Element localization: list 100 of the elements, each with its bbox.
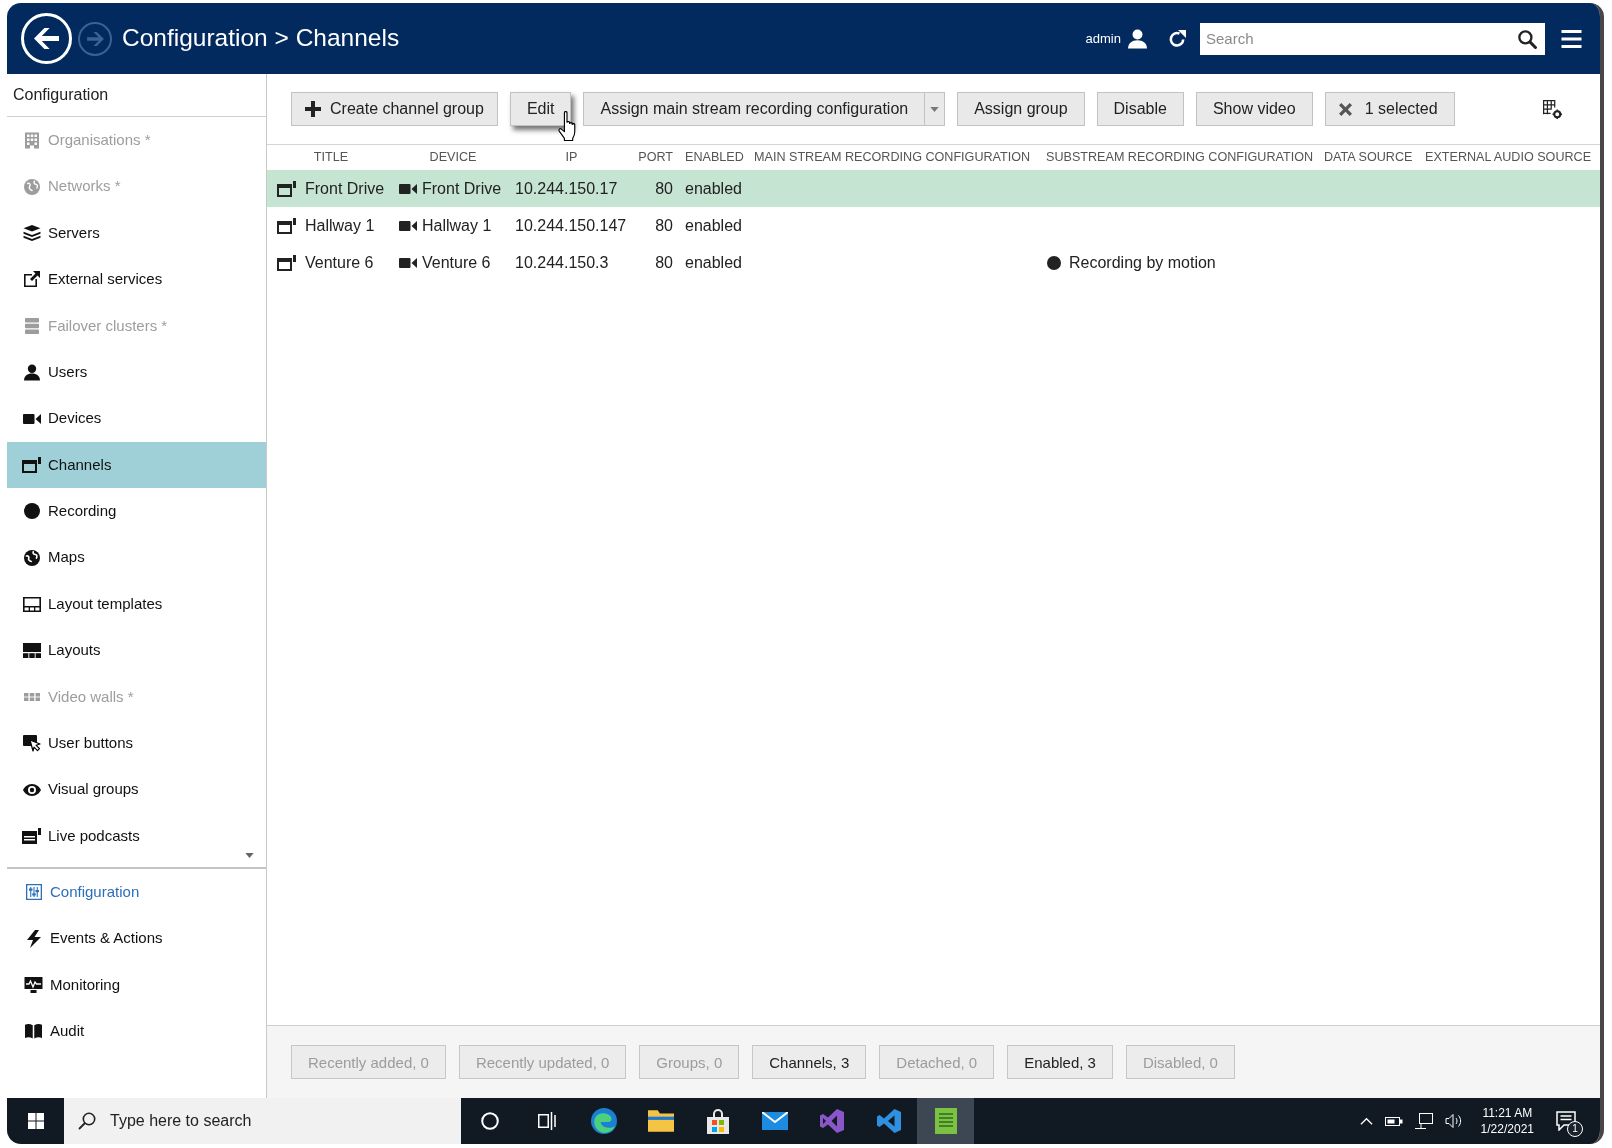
caret-down-icon[interactable] [245,853,254,858]
search-field[interactable]: Search [1200,22,1545,55]
table-cell-text: Venture 6 [305,252,374,273]
task-view-icon[interactable] [537,1112,556,1130]
ribbon-icon[interactable] [819,1109,844,1133]
nav-item[interactable]: Configuration [7,869,266,916]
table-cell-text: Hallway 1 [305,215,375,236]
sidebar-item[interactable]: Visual groups [7,766,266,813]
sidebar-item[interactable]: External services [7,256,266,303]
column-header[interactable]: EXTERNAL AUDIO SOURCE [1419,148,1600,167]
sidebar-item[interactable]: Live podcasts [7,812,266,860]
column-header[interactable]: TITLE [267,148,395,167]
clock-date: 1/22/2021 [1480,1121,1534,1138]
sidebar-item[interactable]: Layout templates [7,580,266,628]
sidebar-item[interactable]: Recording [7,488,266,535]
nav-item[interactable]: Monitoring [7,961,266,1009]
refresh-icon[interactable] [1168,29,1186,48]
circle-icon[interactable] [480,1112,499,1130]
table-cell-text: Front Drive [422,178,502,199]
grid-icon [23,692,40,701]
caret-down-icon[interactable] [930,106,940,112]
table-cell-text: enabled [685,215,742,236]
column-header[interactable]: SUBSTREAM RECORDING CONFIGURATION [1040,148,1318,167]
window-cursor-icon [22,734,41,752]
user-icon[interactable] [1128,28,1147,49]
sidebar-item[interactable]: Layouts [7,627,266,674]
plus-icon[interactable] [305,101,321,117]
table-cell-text: 10.244.150.3 [515,252,610,273]
toolbar-button[interactable]: Edit [509,92,572,126]
lined-pad-icon[interactable] [934,1108,957,1134]
stack-icon [22,224,41,241]
record-icon [1047,255,1061,270]
close-icon[interactable] [1338,102,1352,116]
nav-item[interactable]: Events & Actions [7,915,266,962]
arrow-left-icon[interactable] [34,28,59,49]
search-icon[interactable] [78,1112,96,1130]
sidebar-item[interactable]: Maps [7,534,266,581]
table-cell-text: 80 [654,215,673,236]
sidebar-item[interactable]: Servers [7,209,266,257]
column-header[interactable]: IP [511,148,632,167]
speaker-icon[interactable] [1444,1113,1463,1129]
table-cell-text: Recording by motion [1069,252,1216,273]
filter-button[interactable]: Channels, 3 [752,1045,867,1079]
toolbar-button[interactable]: Assign main stream recording configuration [583,92,926,126]
taskbar-search-field[interactable]: Type here to search [64,1098,461,1144]
window-icon [22,456,41,473]
table-row[interactable]: Venture 6 Venture 6 10.244.150.3 80 enabled Recording by motion [267,244,1600,281]
eye-icon [22,783,41,796]
monitor-icon[interactable] [1414,1113,1433,1129]
swirl-icon[interactable] [590,1108,617,1134]
window-icon [277,217,296,234]
table-cell-text: Front Drive [305,178,385,199]
video-camera-icon [399,182,417,195]
back-button[interactable] [21,13,72,64]
table-cell-text: enabled [685,178,742,199]
window-icon [277,254,296,271]
toolbar-button[interactable]: Create channel group [291,92,498,126]
sidebar-item[interactable]: User buttons [7,720,266,767]
table-settings-icon[interactable] [1543,99,1562,119]
four-panes-icon[interactable] [27,1113,44,1129]
dropdown-toggle-button[interactable] [925,92,946,126]
column-header[interactable]: DEVICE [395,148,511,167]
column-header[interactable]: PORT [632,148,679,167]
toolbar-button[interactable]: Show video [1195,92,1313,126]
video-camera-icon [399,219,417,232]
table-cell-text: Venture 6 [422,252,491,273]
table-cell-text: Hallway 1 [422,215,492,236]
battery-icon[interactable] [1384,1115,1403,1127]
globe-icon [23,178,40,195]
message-icon[interactable] [1556,1111,1576,1131]
table-cell-text: enabled [685,252,742,273]
search-icon[interactable] [1518,29,1537,49]
toolbar-button[interactable]: Assign group [957,92,1085,126]
book-icon [25,1023,42,1040]
table-row[interactable]: Front Drive Front Drive 10.244.150.17 80 enabled [267,170,1600,207]
folder-icon[interactable] [647,1110,674,1132]
clock-time: 11:21 AM [1481,1104,1534,1121]
column-header[interactable]: DATA SOURCE [1318,148,1419,167]
column-header[interactable]: MAIN STREAM RECORDING CONFIGURATION [748,148,1040,167]
external-link-icon [23,271,40,288]
chevron-up-icon[interactable] [1359,1117,1373,1125]
nav-item[interactable]: Audit [7,1008,266,1055]
page-title: Configuration > Channels [122,23,400,54]
lightning-icon [25,929,42,948]
envelope-icon[interactable] [761,1112,788,1130]
window-icon [277,180,296,197]
filter-button[interactable]: Enabled, 3 [1007,1045,1113,1079]
sidebar-item[interactable]: Devices [7,395,266,442]
column-header[interactable]: ENABLED [679,148,748,167]
table-row[interactable]: Hallway 1 Hallway 1 10.244.150.147 80 enabled [267,207,1600,244]
sliders-icon [25,884,42,901]
sidebar-item[interactable]: Channels [7,441,266,489]
user-icon [23,363,40,381]
sidebar-item[interactable]: Users [7,348,266,396]
shopping-bag-icon[interactable] [706,1108,729,1134]
table-cell-text: 10.244.150.17 [515,178,619,199]
clear-selection-button[interactable]: 1 selected [1324,92,1455,126]
toolbar-button[interactable]: Disable [1096,92,1184,126]
menu-icon[interactable] [1561,29,1582,48]
code-ribbon-icon[interactable] [876,1109,901,1133]
